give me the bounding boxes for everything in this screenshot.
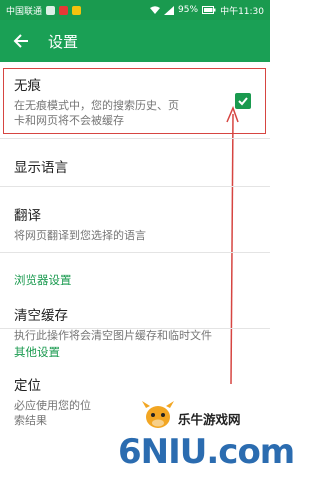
status-right: 95% 中午11:30 bbox=[150, 4, 264, 17]
back-button[interactable] bbox=[8, 28, 34, 54]
setting-description: 将网页翻译到您选择的语言 bbox=[14, 229, 146, 242]
annotation-arrow bbox=[226, 106, 239, 385]
setting-clear-cache[interactable]: 清空缓存 执行此操作将会清空图片缓存和临时文件 bbox=[0, 304, 270, 343]
app-toolbar: 设置 bbox=[0, 20, 270, 62]
setting-title: 翻译 bbox=[14, 208, 41, 224]
clock: 中午11:30 bbox=[220, 6, 264, 17]
status-left: 中国联通 bbox=[6, 4, 150, 17]
status-bar: 中国联通 95% 中午11:30 bbox=[0, 0, 270, 20]
back-arrow-icon bbox=[13, 34, 28, 48]
divider bbox=[0, 138, 270, 139]
watermark-logo-text: 6NIU.com bbox=[118, 432, 295, 472]
battery-percent: 95% bbox=[178, 5, 199, 15]
cow-mascot-icon bbox=[142, 401, 174, 428]
divider bbox=[0, 186, 270, 187]
setting-description: 执行此操作将会清空图片缓存和临时文件 bbox=[14, 329, 212, 342]
setting-title: 清空缓存 bbox=[14, 308, 68, 324]
setting-translate[interactable]: 翻译 将网页翻译到您选择的语言 bbox=[0, 204, 270, 243]
notification-icon bbox=[46, 5, 56, 15]
app-notification-icon bbox=[59, 5, 69, 15]
page-title: 设置 bbox=[48, 32, 79, 51]
setting-title: 定位 bbox=[14, 378, 41, 394]
battery-icon bbox=[202, 6, 216, 14]
section-header-browser: 浏览器设置 bbox=[14, 273, 72, 287]
divider bbox=[0, 252, 270, 253]
app-notification-icon-2 bbox=[72, 5, 82, 15]
watermark-site-name: 乐牛游戏网 bbox=[178, 412, 241, 427]
setting-display-language[interactable]: 显示语言 bbox=[0, 156, 270, 176]
section-header-other: 其他设置 bbox=[14, 345, 60, 359]
wifi-icon bbox=[150, 5, 161, 14]
watermark-logo: 乐牛游戏网 6NIU.com bbox=[118, 400, 295, 476]
setting-title: 显示语言 bbox=[14, 160, 68, 176]
carrier-text: 中国联通 bbox=[6, 6, 43, 17]
signal-icon bbox=[164, 5, 175, 15]
divider bbox=[0, 328, 270, 329]
